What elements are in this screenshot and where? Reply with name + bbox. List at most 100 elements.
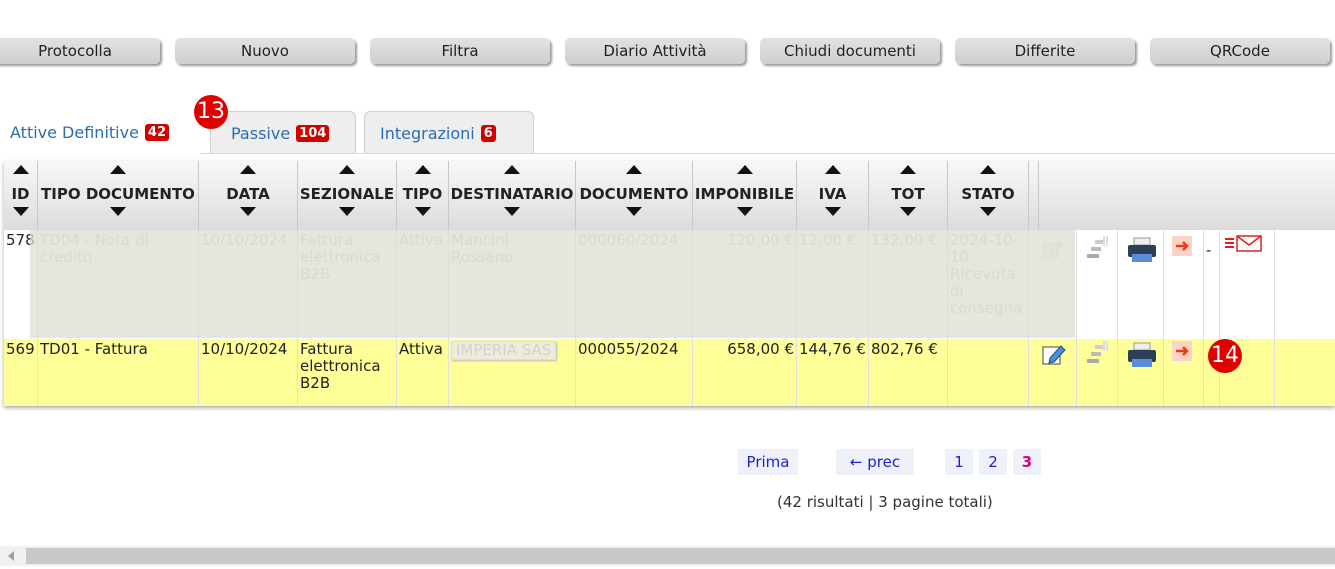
col-id[interactable]: ID: [4, 161, 38, 230]
sort-down-icon[interactable]: [504, 207, 520, 216]
chiudi-documenti-button[interactable]: Chiudi documenti: [760, 38, 940, 64]
cell-edit: [1029, 230, 1077, 339]
cell-iva: 144,76 €: [797, 339, 869, 406]
tab-divider: [200, 153, 1335, 154]
cell-tipo: Attiva: [397, 230, 449, 339]
count-badge: 42: [144, 124, 170, 141]
cell-tipo: Attiva: [397, 339, 449, 406]
col-tipo[interactable]: TIPO: [397, 161, 449, 230]
count-badge: 6: [480, 125, 496, 142]
sort-up-icon[interactable]: [824, 165, 841, 174]
tab-integrazioni[interactable]: Integrazioni 6: [364, 111, 534, 153]
edit-icon[interactable]: [1041, 238, 1063, 260]
sort-up-icon[interactable]: [504, 165, 520, 174]
col-actions-separator: [1029, 161, 1039, 230]
cell-data: 10/10/2024: [199, 230, 298, 339]
sort-down-icon[interactable]: [736, 207, 753, 216]
cell-destinatario: IMPERIA SAS: [449, 339, 576, 406]
tab-label: Attive Definitive: [10, 123, 139, 142]
page-link-3[interactable]: 3: [1013, 449, 1041, 475]
table-row[interactable]: 569 TD01 - Fattura 10/10/2024 Fattura el…: [4, 339, 1335, 406]
filtra-button[interactable]: Filtra: [370, 38, 550, 64]
page-link-1[interactable]: 1: [945, 449, 973, 475]
sort-up-icon[interactable]: [240, 165, 256, 174]
sort-up-icon[interactable]: [339, 165, 355, 174]
table-row[interactable]: 578 TD04 - Nota di credito 10/10/2024 Fa…: [4, 230, 1335, 339]
cell-signal: [1077, 339, 1118, 406]
cell-extra: -: [1204, 230, 1220, 339]
printer-icon[interactable]: [1126, 341, 1158, 369]
first-page-link[interactable]: Prima: [738, 449, 798, 475]
pagination: Prima ← prec 1 2 3: [0, 449, 1335, 479]
cell-id: 578: [4, 230, 38, 339]
cell-stato: [948, 339, 1029, 406]
tab-attive-definitive[interactable]: Attive Definitive 42: [0, 111, 200, 153]
col-tot[interactable]: TOT: [869, 161, 948, 230]
cell-documento: 000055/2024: [576, 339, 693, 406]
sort-down-icon[interactable]: [414, 207, 431, 216]
count-badge: 104: [296, 125, 330, 142]
col-sezionale[interactable]: SEZIONALE: [298, 161, 397, 230]
diario-attivita-button[interactable]: Diario Attività: [565, 38, 745, 64]
callout-14: 14: [1208, 339, 1242, 373]
sort-down-icon[interactable]: [980, 207, 996, 216]
protocolla-button[interactable]: Protocolla: [0, 38, 160, 64]
export-arrow-icon[interactable]: [1172, 236, 1194, 258]
cell-tot: 132,00 €: [869, 230, 948, 339]
cell-tot: 802,76 €: [869, 339, 948, 406]
sort-up-icon[interactable]: [736, 165, 753, 174]
page-link-2[interactable]: 2: [979, 449, 1007, 475]
nuovo-button[interactable]: Nuovo: [175, 38, 355, 64]
mail-sent-icon[interactable]: [1224, 234, 1264, 254]
sort-down-icon[interactable]: [339, 207, 355, 216]
col-data[interactable]: DATA: [199, 161, 298, 230]
sort-down-icon[interactable]: [110, 207, 126, 216]
differite-button[interactable]: Differite: [955, 38, 1135, 64]
cell-print: [1118, 339, 1164, 406]
prev-page-link[interactable]: ← prec: [836, 449, 914, 475]
col-destinatario[interactable]: DESTINATARIO: [449, 161, 576, 230]
sort-down-icon[interactable]: [626, 207, 642, 216]
cell-signal: [1077, 230, 1118, 339]
printer-icon[interactable]: [1126, 236, 1158, 264]
results-summary: (42 risultati | 3 pagine totali): [777, 493, 993, 511]
qrcode-button[interactable]: QRCode: [1150, 38, 1330, 64]
export-arrow-icon[interactable]: [1172, 341, 1194, 363]
sort-up-icon[interactable]: [626, 165, 642, 174]
cell-mail: [1220, 230, 1275, 339]
toolbar: Protocolla Nuovo Filtra Diario Attività …: [0, 38, 1335, 66]
edit-icon[interactable]: [1041, 341, 1067, 367]
sort-down-icon[interactable]: [12, 207, 29, 216]
cell-id: 569: [4, 339, 38, 406]
sort-up-icon[interactable]: [110, 165, 126, 174]
scroll-left-icon[interactable]: [8, 551, 14, 561]
col-iva[interactable]: IVA: [797, 161, 869, 230]
sort-down-icon[interactable]: [240, 207, 256, 216]
cell-stato: 2024-10-10 Ricevuta di consegna: [948, 230, 1029, 339]
documents-table: ID TIPO DOCUMENTO DATA SEZIONALE TIPO DE…: [4, 161, 1335, 406]
cell-sezionale: Fattura elettronica B2B: [298, 339, 397, 406]
col-imponibile[interactable]: IMPONIBILE: [693, 161, 797, 230]
sort-up-icon[interactable]: [12, 165, 29, 174]
cell-imponibile: 120,00 €: [693, 230, 797, 339]
cell-sezionale: Fattura elettronica B2B: [298, 230, 397, 339]
tab-label: Integrazioni: [380, 124, 475, 143]
sort-up-icon[interactable]: [980, 165, 996, 174]
tab-label: Passive: [231, 124, 291, 143]
destinatario-link[interactable]: IMPERIA SAS: [451, 341, 557, 360]
sort-down-icon[interactable]: [824, 207, 841, 216]
col-stato[interactable]: STATO: [948, 161, 1029, 230]
sort-up-icon[interactable]: [900, 165, 916, 174]
horizontal-scrollbar[interactable]: [0, 546, 1335, 566]
cell-export: [1164, 339, 1204, 406]
signal-bars-icon: [1087, 341, 1108, 363]
sort-down-icon[interactable]: [900, 207, 916, 216]
col-tipo-documento[interactable]: TIPO DOCUMENTO: [38, 161, 199, 230]
cell-tipo-documento: TD04 - Nota di credito: [38, 230, 199, 339]
col-documento[interactable]: DOCUMENTO: [576, 161, 693, 230]
scrollbar-thumb[interactable]: [26, 548, 1335, 564]
sort-up-icon[interactable]: [414, 165, 431, 174]
signal-bars-icon: [1087, 236, 1108, 258]
cell-imponibile: 658,00 €: [693, 339, 797, 406]
tab-passive[interactable]: Passive 104: [210, 111, 356, 153]
